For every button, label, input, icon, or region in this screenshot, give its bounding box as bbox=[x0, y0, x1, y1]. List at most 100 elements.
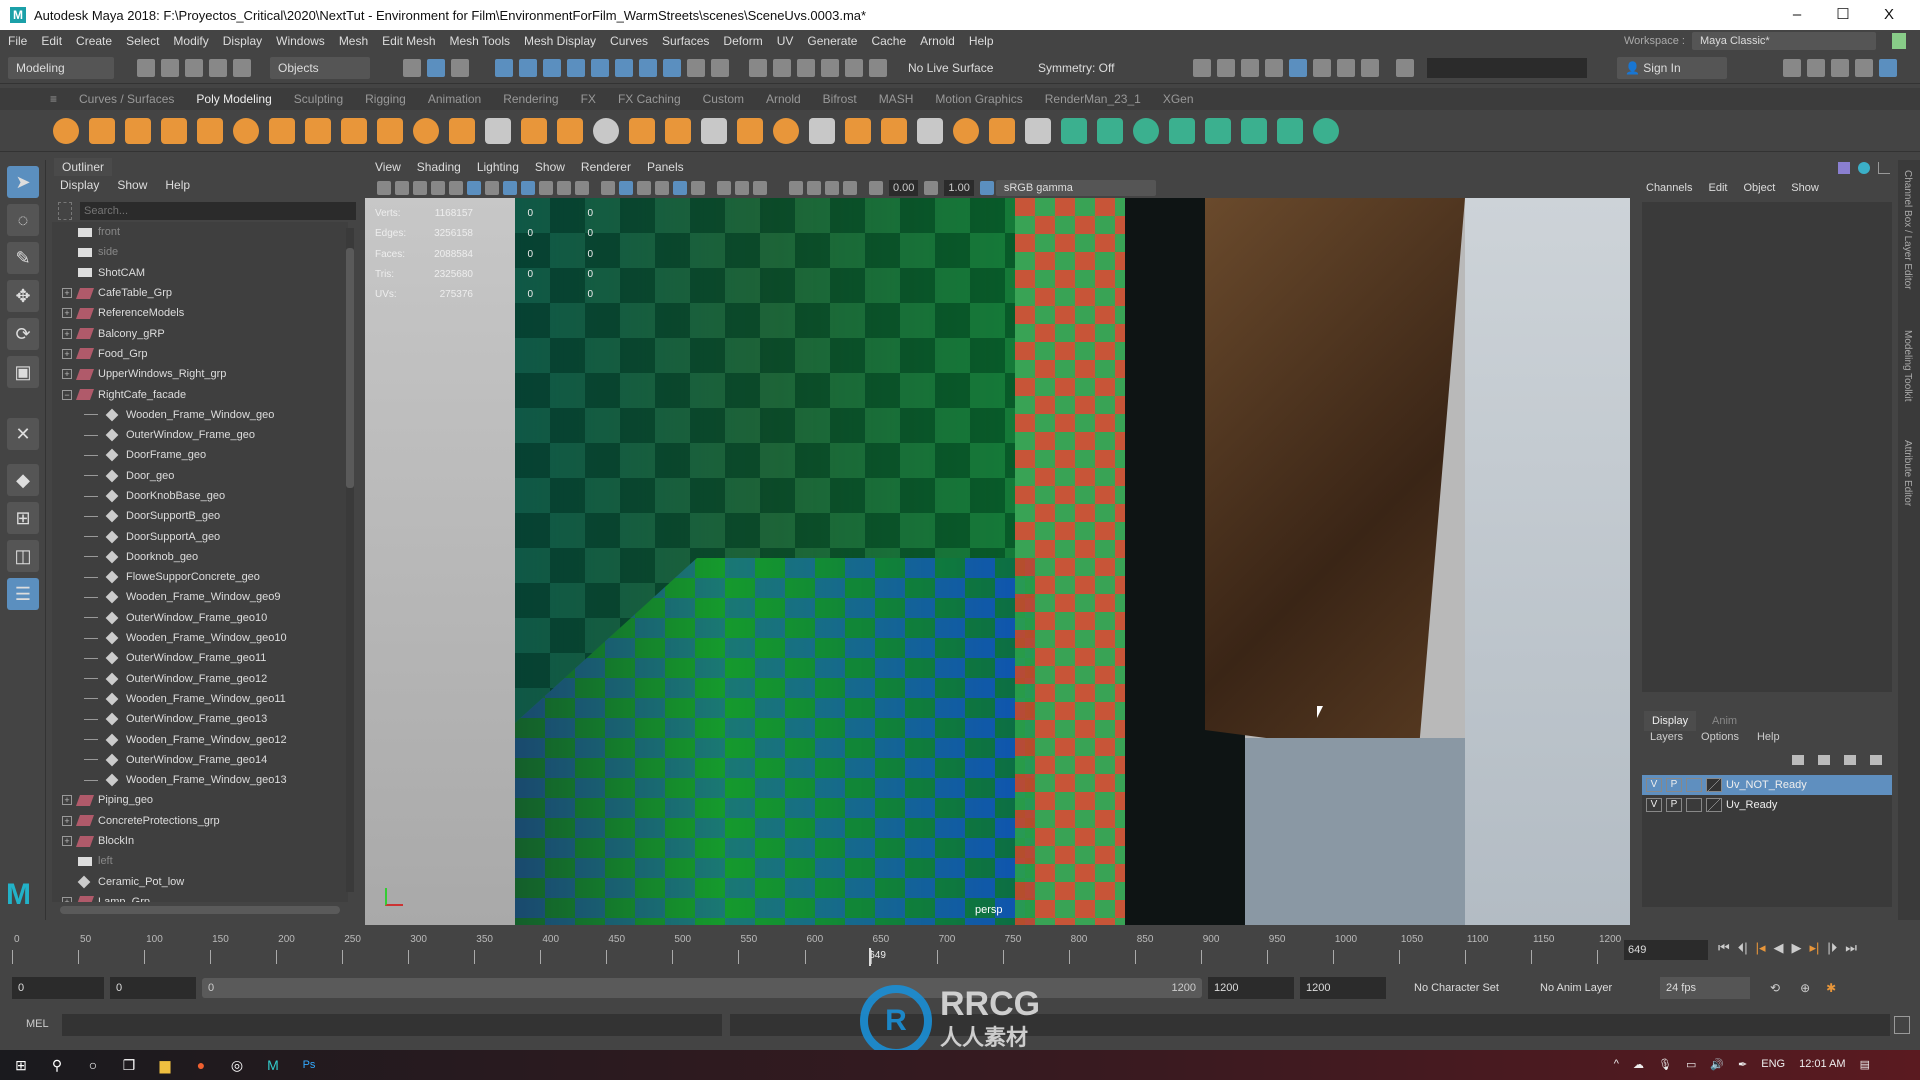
arnold-render-icon[interactable] bbox=[1313, 58, 1331, 77]
playback-toggle[interactable]: P bbox=[1666, 798, 1682, 812]
gate-mask-icon[interactable] bbox=[521, 181, 535, 195]
tab-anim[interactable]: Anim bbox=[1704, 711, 1745, 731]
save-scene-icon[interactable] bbox=[185, 58, 203, 77]
tab-custom[interactable]: Custom bbox=[703, 92, 744, 106]
snap-grid-icon[interactable] bbox=[749, 58, 767, 77]
lasso-tool-icon[interactable]: ◌ bbox=[7, 204, 39, 236]
four-view-layout-icon[interactable]: ⊞ bbox=[7, 502, 39, 534]
outliner-menu-show[interactable]: Show bbox=[117, 178, 147, 192]
tab-motion-graphics[interactable]: Motion Graphics bbox=[935, 92, 1022, 106]
menu-create[interactable]: Create bbox=[76, 34, 112, 48]
image-plane-icon[interactable] bbox=[431, 181, 445, 195]
maya-taskbar-icon[interactable]: M bbox=[262, 1054, 284, 1076]
shadows-icon[interactable] bbox=[717, 181, 731, 195]
color-space-select[interactable]: sRGB gamma bbox=[995, 180, 1156, 196]
shelf-layout-icon[interactable] bbox=[1241, 117, 1267, 144]
xray-icon[interactable] bbox=[807, 181, 821, 195]
tab-sculpting[interactable]: Sculpting bbox=[294, 92, 343, 106]
make-live-icon[interactable] bbox=[869, 58, 887, 77]
mode-select[interactable]: Modeling bbox=[8, 56, 114, 79]
select-rendering-icon[interactable] bbox=[639, 58, 657, 77]
tab-fx-caching[interactable]: FX Caching bbox=[618, 92, 681, 106]
outliner-item[interactable]: DoorFrame_geo bbox=[52, 445, 348, 465]
shelf-mirror-icon[interactable] bbox=[629, 117, 655, 144]
shelf-type-icon[interactable] bbox=[377, 117, 403, 144]
outliner-item[interactable]: DoorSupportB_geo bbox=[52, 506, 348, 526]
menu-file[interactable]: File bbox=[8, 34, 27, 48]
outliner-item[interactable]: ShotCAM bbox=[52, 263, 348, 283]
shelf-menu-icon[interactable]: ≡ bbox=[50, 92, 57, 106]
rotate-tool-icon[interactable]: ⟳ bbox=[7, 318, 39, 350]
shelf-super-shape-icon[interactable] bbox=[341, 117, 367, 144]
side-tab-attribute-editor[interactable]: Attribute Editor bbox=[1902, 440, 1913, 506]
mel-input[interactable] bbox=[62, 1014, 722, 1036]
outliner-item[interactable]: Wooden_Frame_Window_geo bbox=[52, 405, 348, 425]
film-gate-icon[interactable] bbox=[485, 181, 499, 195]
time-slider[interactable]: 0 50 100 150 200 250 300 350 400 450 500 550 600 650 7… bbox=[12, 932, 1621, 966]
outliner-menu-display[interactable]: Display bbox=[60, 178, 99, 192]
outliner-item[interactable]: Door_geo bbox=[52, 466, 348, 486]
ambient-occlusion-icon[interactable] bbox=[735, 181, 749, 195]
minimize-button[interactable]: – bbox=[1774, 0, 1820, 30]
playback-toggle[interactable]: P bbox=[1666, 778, 1682, 792]
redo-icon[interactable] bbox=[233, 58, 251, 77]
outliner-item[interactable]: + Lamp_Grp bbox=[52, 892, 348, 902]
select-surface-icon[interactable] bbox=[567, 58, 585, 77]
expand-toggle-icon[interactable]: + bbox=[62, 795, 72, 806]
menu-edit-mesh[interactable]: Edit Mesh bbox=[382, 34, 435, 48]
safe-action-icon[interactable] bbox=[557, 181, 571, 195]
expand-toggle-icon[interactable]: + bbox=[62, 308, 72, 319]
auto-key-icon[interactable]: ⊕ bbox=[1800, 981, 1810, 995]
expand-toggle-icon[interactable]: + bbox=[62, 288, 72, 299]
select-joint-icon[interactable] bbox=[519, 58, 537, 77]
outliner-item[interactable]: + Food_Grp bbox=[52, 344, 348, 364]
outliner-item[interactable]: Wooden_Frame_Window_geo10 bbox=[52, 628, 348, 648]
onedrive-icon[interactable]: ☁ bbox=[1633, 1058, 1644, 1071]
smooth-shade-icon[interactable] bbox=[619, 181, 633, 195]
fps-select[interactable]: 24 fps bbox=[1660, 977, 1750, 999]
channel-box-toggle-icon[interactable] bbox=[1838, 162, 1850, 174]
playback-end-field[interactable]: 1200 bbox=[1208, 977, 1294, 999]
select-curve-icon[interactable] bbox=[543, 58, 561, 77]
shelf-torus-icon[interactable] bbox=[197, 117, 223, 144]
shelf-uv-snapshot-icon[interactable] bbox=[1313, 117, 1339, 144]
notifications-icon[interactable]: ▤ bbox=[1860, 1058, 1870, 1071]
highlight-selection-icon[interactable] bbox=[711, 58, 729, 77]
shelf-extrude-icon[interactable] bbox=[701, 117, 727, 144]
outliner-menu-help[interactable]: Help bbox=[165, 178, 190, 192]
tab-fx[interactable]: FX bbox=[581, 92, 596, 106]
cortana-icon[interactable]: ○ bbox=[82, 1054, 104, 1076]
mel-label[interactable]: MEL bbox=[26, 1018, 49, 1030]
pause-icon[interactable] bbox=[1361, 58, 1379, 77]
tab-curves-surfaces[interactable]: Curves / Surfaces bbox=[79, 92, 174, 106]
3d-viewport-scene[interactable]: Verts: 1168157 0 0 Edges: 3256158 0 0 Faces: 2088… bbox=[365, 198, 1630, 925]
shelf-target-weld-icon[interactable] bbox=[881, 117, 907, 144]
input-line-icon[interactable] bbox=[1396, 58, 1414, 77]
filter-icon[interactable] bbox=[58, 202, 72, 220]
outliner-horizontal-scrollbar[interactable] bbox=[60, 906, 340, 914]
ipr-render-icon[interactable] bbox=[1241, 58, 1259, 77]
outliner-item[interactable]: Wooden_Frame_Window_geo13 bbox=[52, 770, 348, 790]
attribute-editor-icon[interactable] bbox=[1831, 58, 1849, 77]
viewport-menu-lighting[interactable]: Lighting bbox=[477, 160, 519, 174]
outliner-search-input[interactable] bbox=[80, 202, 356, 220]
menu-select[interactable]: Select bbox=[126, 34, 159, 48]
shelf-connect-icon[interactable] bbox=[917, 117, 943, 144]
outliner-item[interactable]: side bbox=[52, 242, 348, 262]
shelf-plane-icon[interactable] bbox=[233, 117, 259, 144]
move-tool-icon[interactable]: ✥ bbox=[7, 280, 39, 312]
search-icon[interactable]: ⚲ bbox=[46, 1054, 68, 1076]
step-back-frame-icon[interactable]: ⏴| bbox=[1738, 940, 1748, 956]
bookmark-icon[interactable] bbox=[413, 181, 427, 195]
modeling-toolkit-icon[interactable] bbox=[1783, 58, 1801, 77]
outliner-item[interactable]: OuterWindow_Frame_geo14 bbox=[52, 750, 348, 770]
expand-toggle-icon[interactable]: + bbox=[62, 348, 72, 359]
expand-toggle-icon[interactable]: + bbox=[62, 328, 72, 339]
default-material-icon[interactable] bbox=[637, 181, 651, 195]
display-type-toggle[interactable] bbox=[1686, 778, 1702, 792]
snap-point-icon[interactable] bbox=[797, 58, 815, 77]
anim-layer-select[interactable]: No Anim Layer bbox=[1534, 977, 1644, 999]
menu-curves[interactable]: Curves bbox=[610, 34, 648, 48]
outliner-item[interactable]: + Piping_geo bbox=[52, 790, 348, 810]
new-layer-from-selection-icon[interactable] bbox=[1870, 755, 1882, 765]
